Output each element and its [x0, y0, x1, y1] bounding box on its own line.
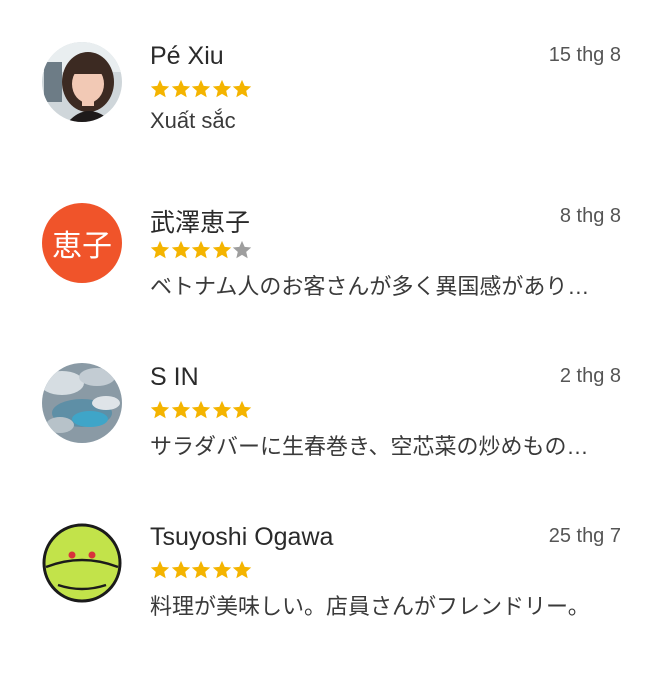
- star-filled-icon: [149, 399, 170, 421]
- review-date: 25 thg 7: [548, 525, 621, 547]
- star-filled-icon: [149, 239, 170, 261]
- star-filled-icon: [170, 399, 191, 421]
- star-filled-icon: [231, 399, 252, 421]
- review-item[interactable]: Tsuyoshi Ogawa 25 thg 7 料理が美味しい。店員さんがフレン…: [0, 523, 665, 673]
- star-filled-icon: [170, 239, 191, 261]
- review-date: 15 thg 8: [548, 44, 621, 66]
- reviewer-name[interactable]: Pé Xiu: [150, 42, 224, 71]
- star-filled-icon: [211, 559, 232, 581]
- review-item[interactable]: S IN 2 thg 8 サラダバーに生春巻き、空芯菜の炒めもの…: [0, 363, 665, 513]
- star-filled-icon: [190, 239, 211, 261]
- avatar[interactable]: [42, 363, 122, 443]
- reviewer-name[interactable]: 武澤恵子: [150, 203, 250, 239]
- star-filled-icon: [170, 559, 191, 581]
- review-date: 2 thg 8: [559, 365, 621, 387]
- star-filled-icon: [231, 78, 252, 100]
- avatar-photo-icon: [42, 363, 122, 443]
- star-rating: [149, 239, 252, 263]
- avatar-robot-icon: [42, 523, 122, 603]
- reviewer-name[interactable]: S IN: [150, 363, 199, 392]
- star-filled-icon: [211, 239, 232, 261]
- star-filled-icon: [211, 78, 232, 100]
- review-list: Pé Xiu 15 thg 8 Xuất sắc 恵子 武澤恵子 8 thg 8…: [0, 0, 665, 627]
- star-rating: [149, 399, 252, 423]
- star-rating: [149, 559, 252, 583]
- star-filled-icon: [149, 559, 170, 581]
- review-text[interactable]: Xuất sắc: [150, 108, 630, 134]
- star-filled-icon: [190, 399, 211, 421]
- review-text[interactable]: ベトナム人のお客さんが多く異国感があり…: [150, 269, 630, 301]
- star-filled-icon: [190, 559, 211, 581]
- star-filled-icon: [170, 78, 191, 100]
- review-item[interactable]: Pé Xiu 15 thg 8 Xuất sắc: [0, 42, 665, 192]
- star-filled-icon: [211, 399, 232, 421]
- star-filled-icon: [231, 559, 252, 581]
- review-date: 8 thg 8: [559, 205, 621, 227]
- review-item[interactable]: 恵子 武澤恵子 8 thg 8 ベトナム人のお客さんが多く異国感があり…: [0, 203, 665, 353]
- reviewer-name[interactable]: Tsuyoshi Ogawa: [150, 523, 333, 552]
- star-filled-icon: [190, 78, 211, 100]
- avatar[interactable]: 恵子: [42, 203, 122, 283]
- review-text[interactable]: サラダバーに生春巻き、空芯菜の炒めもの…: [150, 429, 630, 461]
- review-text[interactable]: 料理が美味しい。店員さんがフレンドリー。: [150, 589, 630, 621]
- avatar-monogram: 恵子: [52, 229, 112, 264]
- star-empty-icon: [231, 239, 252, 261]
- avatar-photo-icon: [42, 42, 122, 122]
- star-filled-icon: [149, 78, 170, 100]
- avatar[interactable]: [42, 523, 122, 603]
- avatar[interactable]: [42, 42, 122, 122]
- star-rating: [149, 78, 252, 102]
